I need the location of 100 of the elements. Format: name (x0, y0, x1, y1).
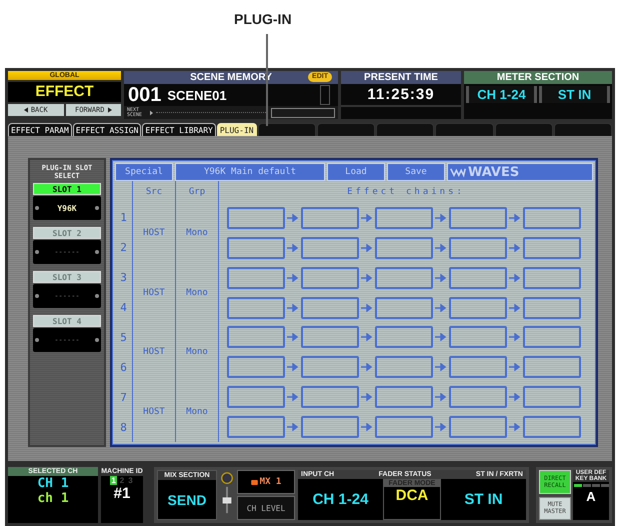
screw-icon (35, 250, 39, 254)
column-header: Grp (188, 187, 206, 197)
channel-number: 7 (120, 390, 127, 404)
arrow-icon (509, 393, 521, 402)
meter-button[interactable]: ST IN (539, 86, 610, 103)
arrow-icon (509, 363, 521, 372)
mix-bus-button[interactable]: MX 1 (237, 470, 295, 494)
tab[interactable]: EFFECT ASSIGN (72, 123, 142, 136)
effect-slot[interactable] (301, 206, 359, 229)
machine-id: #1 (114, 485, 130, 502)
column-header: Src (146, 187, 162, 197)
meter-button[interactable]: CH 1-24 (466, 86, 537, 103)
effect-slot[interactable] (449, 236, 507, 259)
effect-slot[interactable] (375, 386, 433, 408)
arrow-icon (435, 393, 447, 402)
arrow-icon (287, 274, 299, 282)
arrow-icon (435, 333, 447, 342)
effect-slot[interactable] (449, 356, 507, 378)
channel-number: 8 (120, 420, 127, 434)
source-label: HOST (143, 288, 165, 298)
machine-id-number: 1 (110, 476, 117, 485)
meter-section-header: METER SECTION (464, 71, 612, 84)
effect-slot[interactable] (449, 296, 507, 319)
present-time: 11:25:39 (366, 85, 436, 105)
channel-number: 4 (120, 301, 127, 314)
screw-icon (94, 250, 99, 254)
effect-slot[interactable] (227, 266, 285, 289)
channel-level-button[interactable]: CH LEVEL (237, 496, 295, 520)
effect-slot[interactable] (449, 386, 507, 408)
effect-slot[interactable] (449, 326, 507, 348)
source-label: HOST (143, 407, 165, 418)
arrow-icon (509, 274, 521, 282)
effect-slot[interactable] (227, 356, 285, 378)
effect-slot[interactable] (449, 206, 507, 229)
arrow-icon (435, 244, 447, 252)
effect-slot[interactable] (523, 266, 581, 289)
screw-icon (35, 338, 39, 342)
effect-slot[interactable] (227, 296, 285, 319)
effect-slot[interactable] (227, 386, 285, 408)
machine-id-number: 2 (118, 476, 126, 485)
logo-icon (450, 166, 466, 178)
effect-slot[interactable] (301, 266, 359, 289)
effect-slot[interactable] (523, 206, 581, 229)
effect-slot[interactable] (227, 236, 285, 259)
right-arrow-icon (108, 107, 112, 113)
global-function: EFFECT (8, 82, 121, 102)
effect-slot[interactable] (375, 356, 433, 378)
scene-indicator (320, 85, 330, 105)
effect-slot[interactable] (449, 416, 507, 438)
column-header: Effect chains: (347, 187, 465, 197)
source-label: HOST (143, 228, 165, 238)
plugin-name: Y96K (57, 204, 77, 212)
arrow-icon (361, 214, 373, 222)
effect-slot[interactable] (375, 206, 433, 229)
user-key-bank: A (586, 489, 596, 504)
effect-slot[interactable] (227, 326, 285, 348)
channel-number: 5 (120, 330, 127, 344)
effect-slot[interactable] (301, 296, 359, 319)
effect-slot[interactable] (375, 296, 433, 319)
arrow-icon (361, 304, 373, 312)
effect-slot[interactable] (375, 236, 433, 259)
arrow-icon (287, 304, 299, 312)
arrow-icon (509, 304, 521, 312)
effect-slot[interactable] (301, 416, 359, 438)
channel-number: 6 (120, 360, 127, 374)
effect-slot[interactable] (523, 416, 581, 438)
arrow-icon (287, 244, 299, 252)
effect-slot[interactable] (301, 386, 359, 408)
screw-icon (94, 206, 99, 210)
next-scene-field (271, 108, 335, 118)
effect-slot[interactable] (449, 266, 507, 289)
arrow-icon (435, 423, 447, 432)
slot-button[interactable]: SLOT 1 (33, 183, 101, 195)
effect-slot[interactable] (301, 326, 359, 348)
effect-slot[interactable] (375, 326, 433, 348)
effect-slot[interactable] (227, 206, 285, 229)
effect-slot[interactable] (523, 356, 581, 378)
screw-icon (94, 294, 99, 298)
arrow-icon (509, 423, 521, 432)
arrow-icon (509, 214, 521, 222)
effect-slot[interactable] (301, 356, 359, 378)
effect-slot[interactable] (523, 296, 581, 319)
arrow-icon (361, 423, 373, 432)
group-label: Mono (186, 407, 208, 418)
effect-slot[interactable] (301, 236, 359, 259)
tab[interactable]: EFFECT PARAM (8, 123, 72, 136)
effect-slot[interactable] (227, 416, 285, 438)
effect-slot[interactable] (523, 386, 581, 408)
effect-slot[interactable] (375, 266, 433, 289)
tab[interactable]: EFFECT LIBRARY (142, 123, 216, 136)
tab[interactable]: PLUG-IN (216, 123, 257, 136)
effect-slot[interactable] (523, 236, 581, 259)
channel-number: 2 (120, 241, 127, 254)
arrow-icon (509, 244, 521, 252)
effect-slot[interactable] (375, 416, 433, 438)
effect-slot[interactable] (523, 326, 581, 348)
left-arrow-icon (24, 107, 28, 113)
arrow-icon (361, 244, 373, 252)
arrow-icon (361, 333, 373, 342)
knob-fader-icon (220, 470, 234, 516)
